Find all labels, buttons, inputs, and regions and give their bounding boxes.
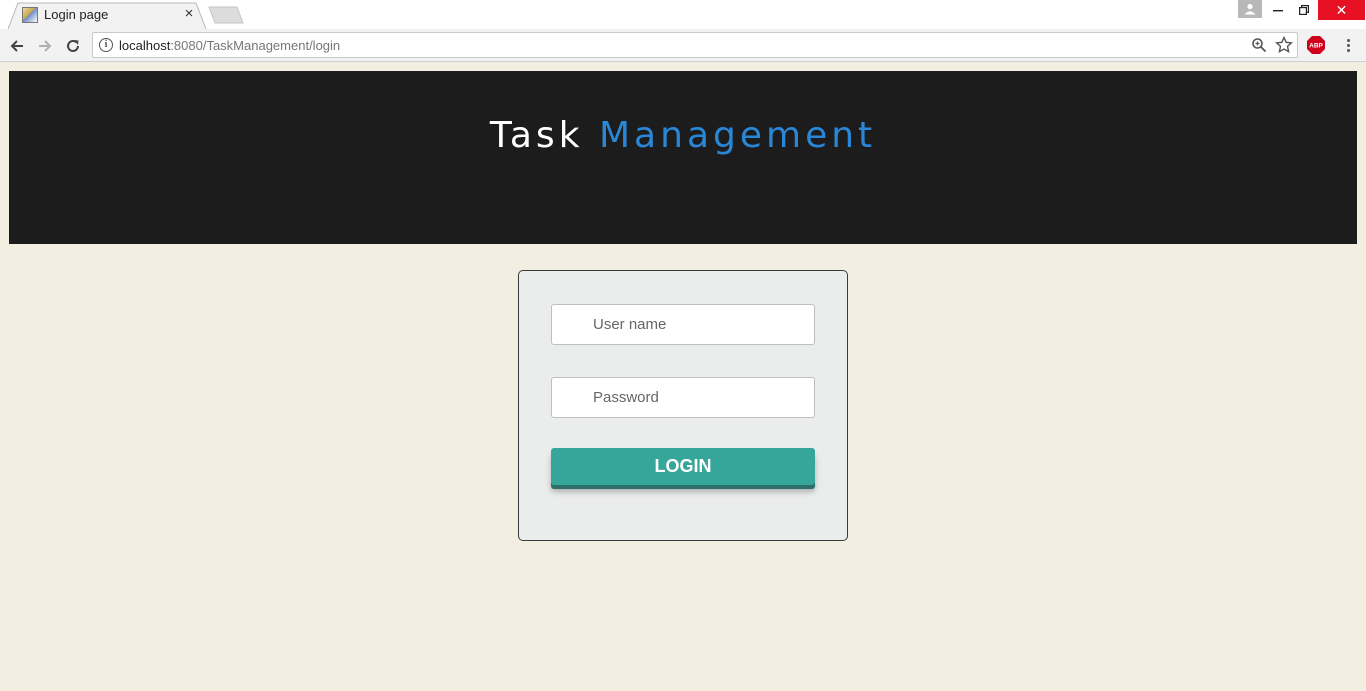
brand-word-management: Management	[599, 115, 877, 156]
login-button[interactable]: LOGIN	[551, 448, 815, 485]
restore-button[interactable]	[1290, 0, 1318, 20]
new-tab-button[interactable]	[208, 6, 244, 24]
abp-icon[interactable]: ABP	[1306, 35, 1326, 55]
reload-icon	[67, 39, 79, 52]
site-header: Task Management	[9, 71, 1357, 244]
info-icon[interactable]: i	[99, 38, 113, 52]
login-form: LOGIN	[518, 270, 848, 541]
brand-title: Task Management	[9, 115, 1357, 156]
url-host: localhost	[119, 38, 171, 53]
close-icon: ✕	[1335, 1, 1348, 18]
minimize-button[interactable]	[1264, 0, 1292, 20]
restore-icon	[1299, 5, 1309, 15]
browser-titlebar: Login page × ✕	[0, 0, 1366, 29]
page-viewport: Task Management LOGIN	[0, 63, 1366, 691]
address-bar[interactable]: i localhost:8080/TaskManagement/login	[92, 32, 1298, 58]
arrow-right-icon	[39, 40, 52, 52]
password-input[interactable]	[552, 378, 814, 417]
zoom-icon[interactable]	[1251, 37, 1267, 53]
username-input[interactable]	[552, 305, 814, 344]
username-field	[551, 304, 815, 345]
star-icon[interactable]	[1275, 36, 1293, 54]
forward-button[interactable]	[34, 35, 56, 57]
tab-close-icon[interactable]: ×	[182, 6, 196, 22]
profile-icon[interactable]	[1238, 0, 1262, 18]
kebab-menu-icon[interactable]	[1340, 37, 1356, 55]
reload-button[interactable]	[62, 35, 84, 57]
tab-title: Login page	[44, 7, 109, 22]
back-button[interactable]	[6, 35, 28, 57]
browser-toolbar: i localhost:8080/TaskManagement/login AB…	[0, 29, 1366, 62]
password-field	[551, 377, 815, 418]
url-text[interactable]: localhost:8080/TaskManagement/login	[119, 38, 340, 53]
favicon-icon	[22, 7, 38, 23]
minimize-icon	[1273, 10, 1283, 12]
svg-text:ABP: ABP	[1309, 43, 1323, 50]
tab-login-page[interactable]: Login page ×	[8, 2, 208, 29]
close-window-button[interactable]: ✕	[1318, 0, 1365, 20]
brand-word-task: Task	[489, 115, 584, 156]
url-path: :8080/TaskManagement/login	[170, 38, 341, 53]
arrow-left-icon	[10, 40, 23, 52]
